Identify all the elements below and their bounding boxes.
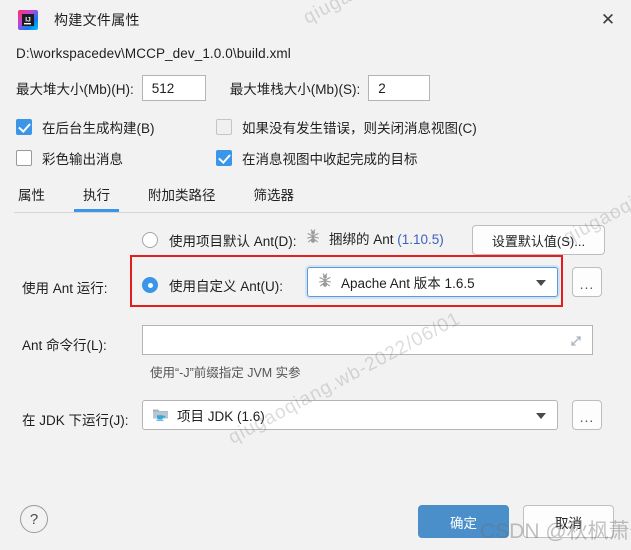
tab-execution[interactable]: 执行 <box>74 182 119 212</box>
set-defaults-button[interactable]: 设置默认值(S)... <box>472 225 605 255</box>
cancel-button[interactable]: 取消 <box>523 505 614 538</box>
title-bar: IJ 构建文件属性 ✕ <box>0 0 631 40</box>
tab-additional-classpath[interactable]: 附加类路径 <box>146 182 218 212</box>
checkbox-label: 在消息视图中收起完成的目标 <box>242 152 418 167</box>
checkbox-close-message-view-on-no-error[interactable]: 如果没有发生错误，则关闭消息视图(C) <box>216 117 477 137</box>
tab-separator <box>14 212 617 213</box>
bundled-ant-info: 捆绑的 Ant (1.10.5) <box>305 228 444 248</box>
ant-version-combobox[interactable]: Apache Ant 版本 1.6.5 <box>307 267 558 297</box>
radio-unselected-icon[interactable] <box>142 232 158 248</box>
run-under-jdk-label: 在 JDK 下运行(J): <box>22 413 129 428</box>
checkbox-checked-icon[interactable] <box>216 150 232 166</box>
run-with-ant-label: 使用 Ant 运行: <box>22 281 108 296</box>
radio-label: 使用自定义 Ant(U): <box>169 279 284 294</box>
ok-button[interactable]: 确定 <box>418 505 509 538</box>
checkbox-build-in-background[interactable]: 在后台生成构建(B) <box>16 117 155 137</box>
ant-command-line-input[interactable] <box>142 325 593 355</box>
tab-bar: 属性 执行 附加类路径 筛选器 <box>16 182 615 213</box>
bundled-ant-version: (1.10.5) <box>397 232 444 247</box>
ant-browse-button[interactable]: ... <box>572 267 602 297</box>
checkbox-label: 在后台生成构建(B) <box>42 121 155 136</box>
ant-command-line-hint: 使用“-J”前缀指定 JVM 实参 <box>150 366 301 380</box>
svg-text:IJ: IJ <box>25 17 31 24</box>
radio-label: 使用项目默认 Ant(D): <box>169 234 297 249</box>
tab-properties[interactable]: 属性 <box>16 182 47 212</box>
radio-selected-icon[interactable] <box>142 277 158 293</box>
close-icon[interactable]: ✕ <box>585 0 631 40</box>
checkbox-label: 如果没有发生错误，则关闭消息视图(C) <box>242 121 477 136</box>
jdk-combobox[interactable]: 项目 JDK (1.6) <box>142 400 558 430</box>
window-title: 构建文件属性 <box>54 12 140 28</box>
max-stack-size-label: 最大堆栈大小(Mb)(S): <box>229 82 361 97</box>
checkbox-collapse-finished-targets[interactable]: 在消息视图中收起完成的目标 <box>216 148 418 168</box>
checkbox-unchecked-icon[interactable] <box>16 150 32 166</box>
bundled-ant-label: 捆绑的 Ant (1.10.5) <box>329 232 444 247</box>
ant-icon <box>305 228 321 248</box>
help-button[interactable]: ? <box>20 505 48 533</box>
expand-icon[interactable] <box>569 334 583 348</box>
jdk-value: 项目 JDK (1.6) <box>177 409 265 424</box>
chevron-down-icon[interactable] <box>536 413 546 419</box>
jdk-browse-button[interactable]: ... <box>572 400 602 430</box>
heap-settings-row: 最大堆大小(Mb)(H): 512 最大堆栈大小(Mb)(S): 2 <box>16 75 431 101</box>
jdk-folder-icon <box>152 406 169 425</box>
set-defaults-label: 设置默认值(S)... <box>491 233 586 249</box>
radio-use-project-default-ant[interactable]: 使用项目默认 Ant(D): <box>142 230 297 250</box>
ant-icon <box>317 272 333 292</box>
tab-filters[interactable]: 筛选器 <box>252 182 297 212</box>
max-heap-size-label: 最大堆大小(Mb)(H): <box>16 82 134 97</box>
build-file-path: D:\workspacedev\MCCP_dev_1.0.0\build.xml <box>16 46 291 61</box>
chevron-down-icon[interactable] <box>536 280 546 286</box>
checkbox-unchecked-icon[interactable] <box>216 119 232 135</box>
max-heap-size-input[interactable]: 512 <box>141 75 206 101</box>
ant-command-line-label: Ant 命令行(L): <box>22 338 107 353</box>
radio-use-custom-ant[interactable]: 使用自定义 Ant(U): <box>142 275 283 295</box>
intellij-idea-icon: IJ <box>18 10 38 30</box>
checkbox-colored-output[interactable]: 彩色输出消息 <box>16 148 123 168</box>
ant-version-value: Apache Ant 版本 1.6.5 <box>341 276 475 291</box>
max-stack-size-input[interactable]: 2 <box>368 75 431 101</box>
checkbox-checked-icon[interactable] <box>16 119 32 135</box>
checkbox-label: 彩色输出消息 <box>42 152 123 167</box>
